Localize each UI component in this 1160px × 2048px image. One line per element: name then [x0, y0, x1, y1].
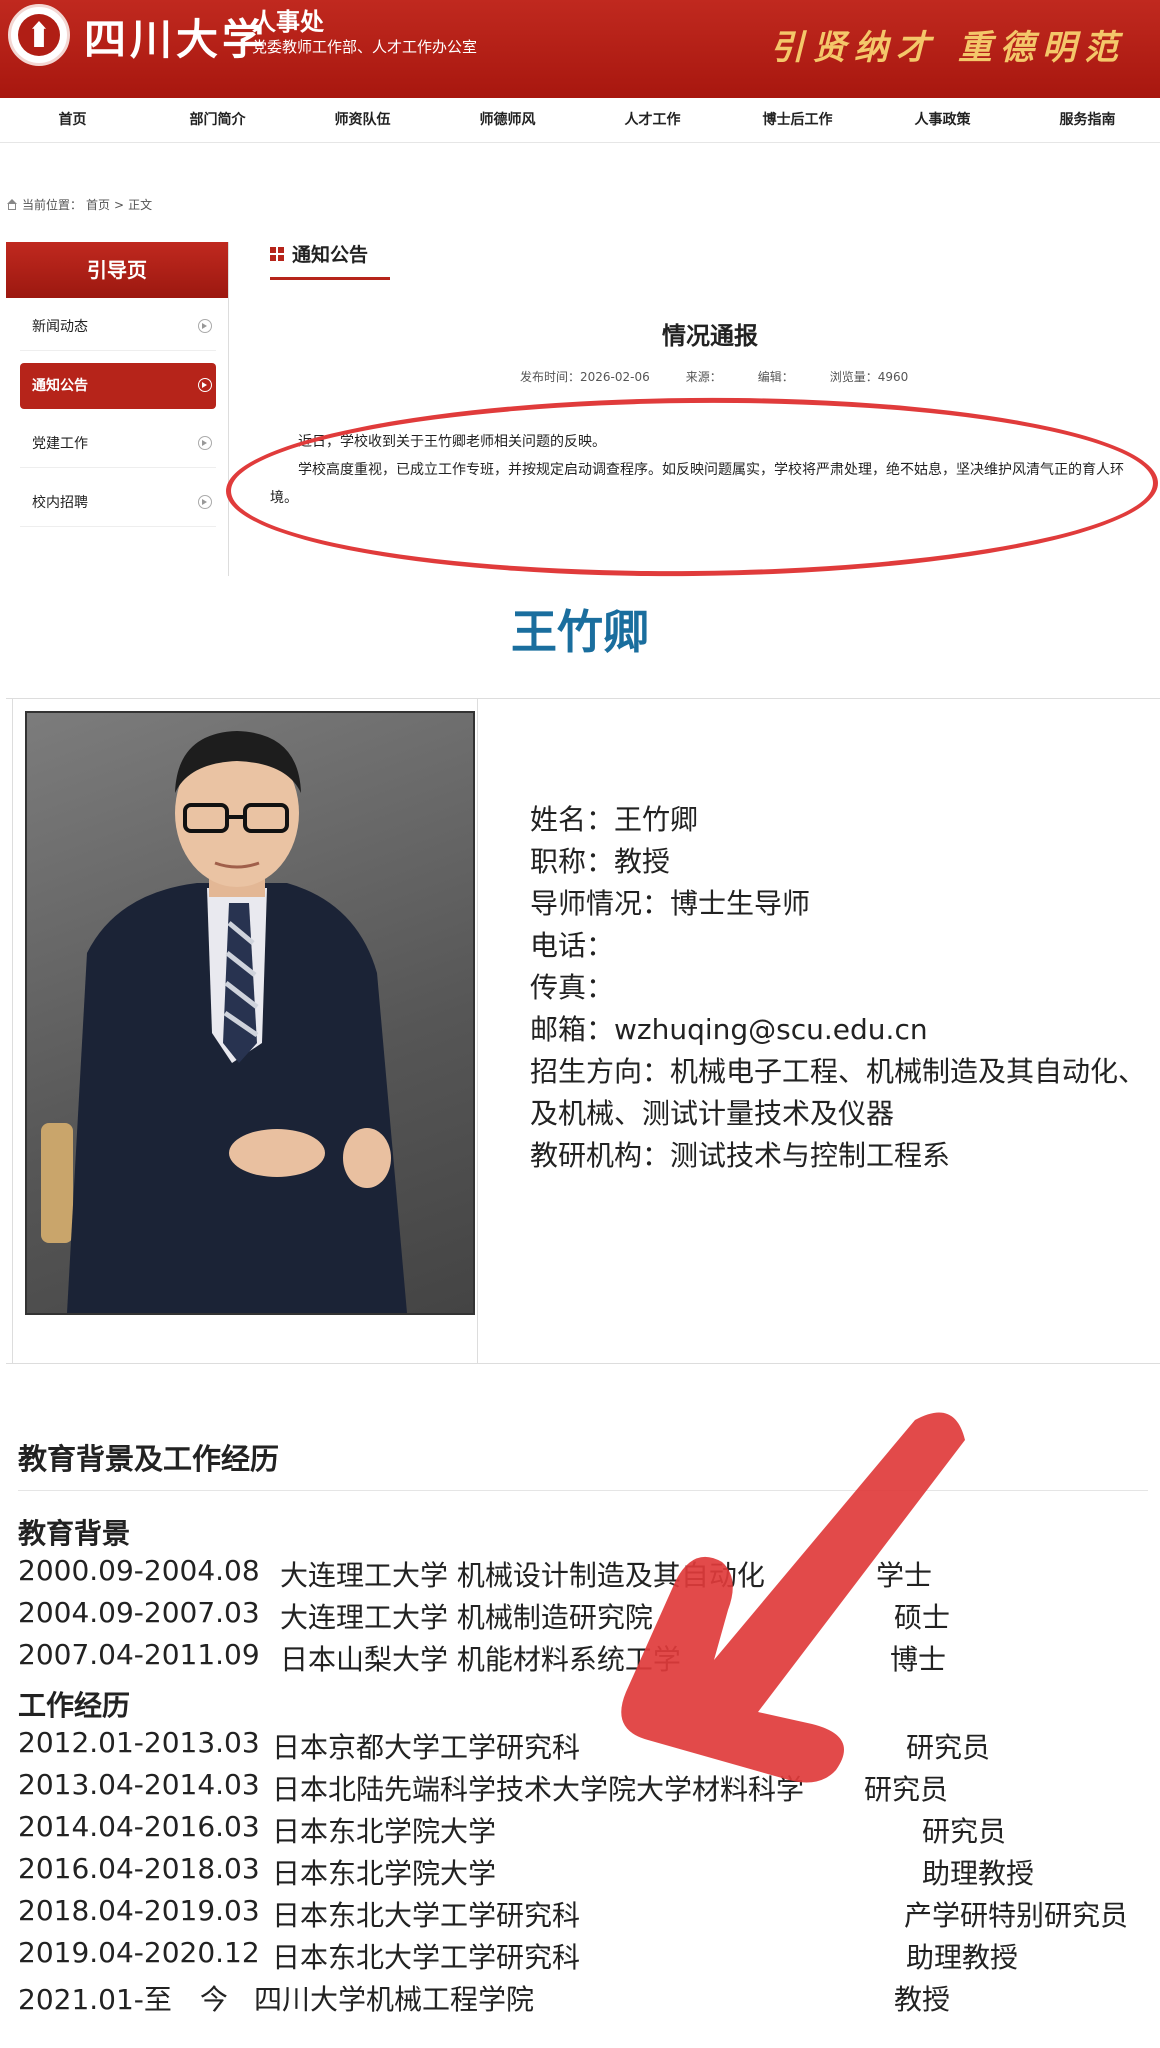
annotation-arrow-icon — [621, 1412, 965, 1783]
